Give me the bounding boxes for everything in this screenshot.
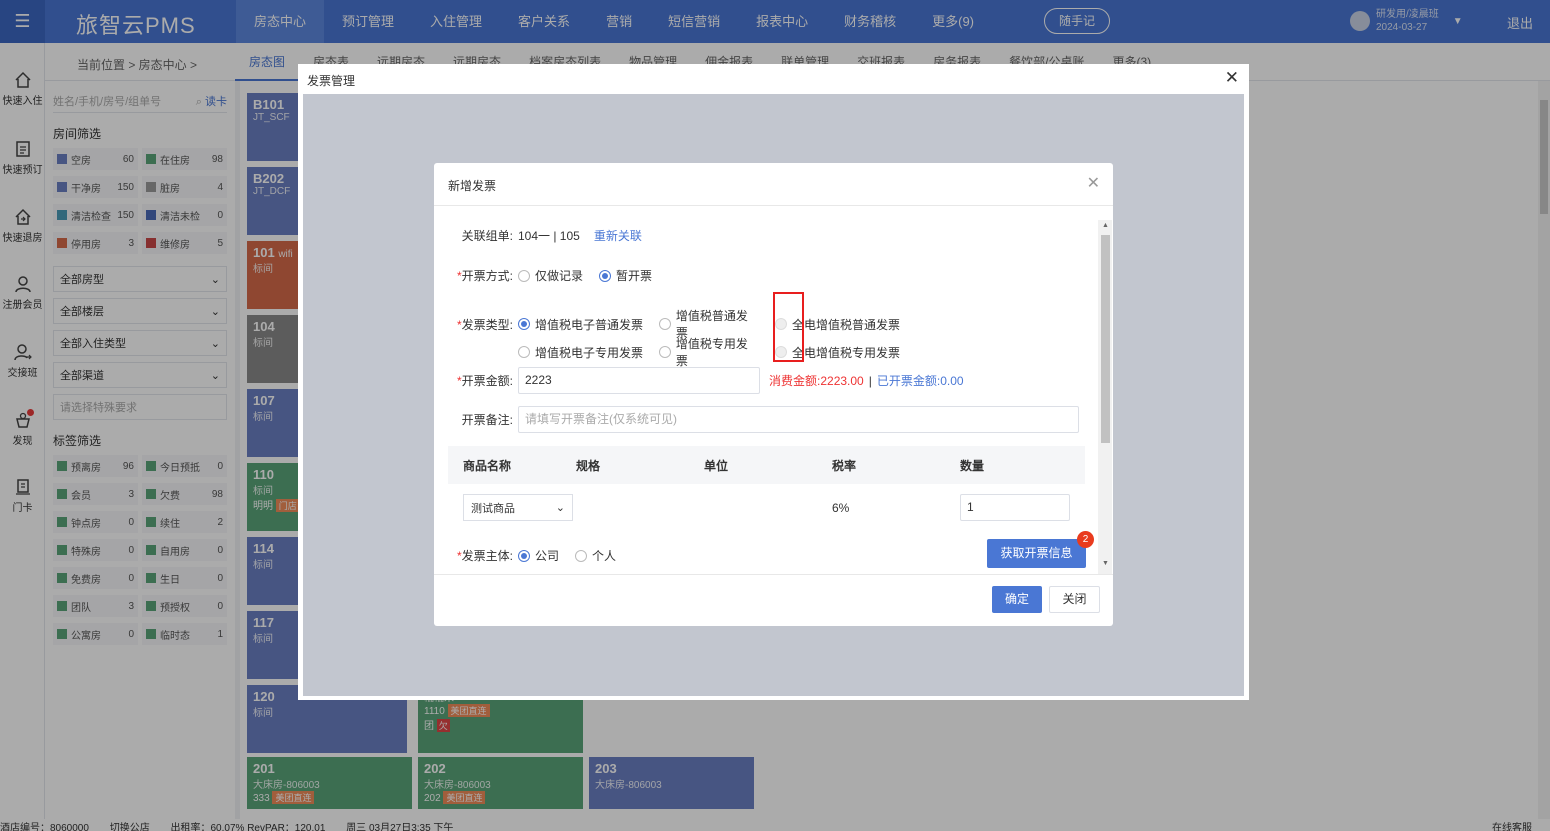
invoiced-value: 0.00 — [940, 374, 964, 388]
remark-label: 开票备注: — [461, 413, 513, 427]
invoice-method-row: *开票方式: 仅做记录 暂开票 — [434, 267, 668, 284]
notification-badge: 2 — [1077, 531, 1094, 548]
radio-circle — [659, 318, 671, 330]
confirm-button[interactable]: 确定 — [992, 586, 1042, 613]
radio-label: 全电增值税普通发票 — [792, 317, 901, 332]
radio-label: 增值税电子专用发票 — [535, 345, 644, 360]
dialog-title: 新增发票 — [448, 179, 497, 193]
fetch-invoice-info-button[interactable]: 获取开票信息 — [987, 539, 1086, 568]
dialog-scrollbar-thumb[interactable] — [1101, 235, 1110, 443]
amount-label: 开票金额: — [461, 374, 513, 388]
type-label: 发票类型: — [461, 317, 513, 332]
linked-value: 104一 | 105 — [518, 229, 580, 243]
radio-label: 暂开票 — [616, 269, 653, 283]
radio-label: 仅做记录 — [535, 269, 584, 283]
column-header: 单位 — [704, 458, 729, 473]
outer-dialog-title: 发票管理 — [307, 74, 356, 88]
tax-rate-cell: 6% — [832, 500, 850, 515]
separator: | — [868, 373, 872, 388]
invoice-type-row-2: 增值税电子专用发票 增值税专用发票 全电增值税专用发票 — [434, 335, 916, 369]
table-row: 测试商品 ⌄ 6% 1 — [448, 484, 1085, 531]
footer-divider — [434, 574, 1113, 575]
radio-label: 全电增值税专用发票 — [792, 345, 901, 360]
invoice-remark-input[interactable]: 请填写开票备注(仅系统可见) — [518, 406, 1079, 433]
chevron-down-icon: ⌄ — [555, 502, 565, 514]
linked-label: 关联组单: — [461, 229, 513, 243]
scroll-up-icon[interactable]: ▲ — [1102, 222, 1109, 229]
dialog-scroll-area: 关联组单: 104一 | 105 重新关联 *开票方式: 仅做记录 暂开票 *发… — [434, 220, 1113, 574]
select-value: 测试商品 — [471, 502, 515, 515]
scroll-down-icon[interactable]: ▼ — [1102, 560, 1109, 567]
radio-circle-checked — [518, 318, 530, 330]
radio-label: 增值税专用发票 — [675, 337, 748, 368]
consumed-label: 消费金额: — [769, 374, 821, 388]
consumed-value: 2223.00 — [820, 374, 864, 388]
linked-order-row: 关联组单: 104一 | 105 重新关联 — [434, 227, 642, 244]
radio-circle — [575, 549, 588, 562]
close-button[interactable]: 关闭 — [1049, 586, 1100, 613]
radio-circle-checked — [599, 269, 612, 282]
radio-circle — [518, 346, 530, 358]
radio-circle-checked — [518, 549, 530, 562]
subject-label: 发票主体: — [461, 549, 513, 563]
product-select[interactable]: 测试商品 ⌄ — [463, 494, 573, 521]
radio-circle — [659, 346, 671, 358]
subject-personal-radio[interactable]: 个人 — [575, 547, 616, 564]
type-vat-e-normal-radio[interactable]: 增值税电子普通发票 — [518, 316, 643, 333]
close-icon[interactable]: ✕ — [1087, 173, 1100, 193]
type-vat-e-special-radio[interactable]: 增值税电子专用发票 — [518, 344, 643, 361]
quantity-input[interactable]: 1 — [960, 494, 1070, 521]
invoiced-label: 已开票金额: — [876, 374, 941, 388]
highlight-box — [773, 292, 804, 362]
invoice-subject-row: *发票主体: 公司 个人 — [434, 547, 632, 564]
goods-table: 商品名称 规格 单位 税率 数量 测试商品 ⌄ 6% 1 — [448, 446, 1085, 531]
column-header: 数量 — [960, 458, 985, 473]
new-invoice-dialog: 新增发票 ✕ 关联组单: 104一 | 105 重新关联 *开票方式: 仅做记录… — [434, 163, 1113, 626]
column-header: 规格 — [576, 458, 601, 473]
table-header: 商品名称 规格 单位 税率 数量 — [448, 446, 1085, 484]
invoice-amount-input[interactable]: 2223 — [518, 367, 760, 394]
dialog-header: 新增发票 ✕ — [434, 163, 1113, 206]
radio-label: 公司 — [535, 549, 560, 563]
column-header: 商品名称 — [463, 458, 512, 473]
method-issue-radio[interactable]: 暂开票 — [599, 267, 652, 284]
radio-label: 增值税电子普通发票 — [535, 317, 644, 332]
type-vat-special-radio[interactable]: 增值税专用发票 — [659, 335, 759, 369]
close-icon[interactable]: ✕ — [1225, 68, 1239, 88]
relink-link[interactable]: 重新关联 — [594, 227, 642, 244]
column-header: 税率 — [832, 458, 857, 473]
radio-label: 个人 — [592, 549, 617, 563]
radio-circle — [518, 269, 530, 282]
subject-company-radio[interactable]: 公司 — [518, 547, 559, 564]
method-record-only-radio[interactable]: 仅做记录 — [518, 267, 583, 284]
method-label: 开票方式: — [461, 269, 513, 283]
invoice-amount-row: *开票金额: 2223 消费金额:2223.00 | 已开票金额:0.00 — [434, 367, 964, 394]
invoice-remark-row: 开票备注: 请填写开票备注(仅系统可见) — [434, 406, 1079, 433]
